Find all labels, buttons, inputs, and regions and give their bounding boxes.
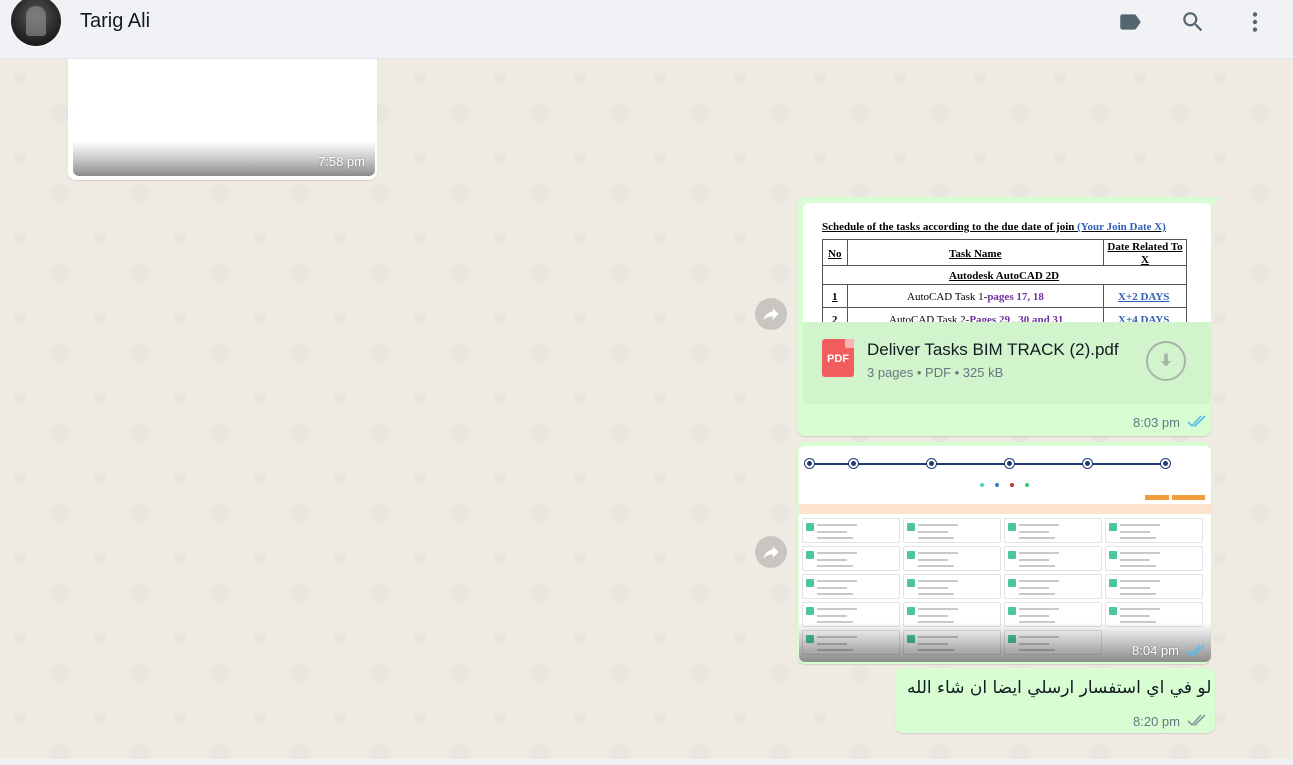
document-meta: 3 pages • PDF • 325 kB bbox=[867, 365, 1004, 380]
doc-row-no: 2 bbox=[832, 314, 838, 322]
doc-preview-title: Schedule of the tasks according to the d… bbox=[822, 221, 1166, 233]
doc-row-date: X+2 DAYS bbox=[1118, 291, 1170, 303]
doc-row-task: AutoCAD Task 1-pages 17, 18 bbox=[907, 291, 1044, 303]
document-file-name[interactable]: Deliver Tasks BIM TRACK (2).pdf bbox=[867, 340, 1119, 360]
doc-col-date: Date Related To X bbox=[1107, 241, 1183, 266]
message-time: 8:20 pm bbox=[1133, 714, 1180, 729]
download-button[interactable] bbox=[1146, 341, 1186, 381]
contact-avatar[interactable] bbox=[11, 0, 61, 46]
forward-icon[interactable] bbox=[755, 536, 787, 568]
download-icon bbox=[1160, 353, 1172, 367]
message-time: 7:58 pm bbox=[318, 154, 365, 169]
composer-edge bbox=[0, 759, 1293, 765]
chat-header: Tarig Ali bbox=[0, 0, 1293, 59]
contact-name[interactable]: Tarig Ali bbox=[80, 10, 150, 33]
double-check-icon bbox=[1186, 643, 1206, 657]
message-time: 8:03 pm bbox=[1133, 415, 1180, 430]
pdf-file-icon: PDF bbox=[822, 339, 854, 377]
label-icon[interactable] bbox=[1117, 9, 1143, 35]
doc-row-task: AutoCAD Task 2-Pages 29 , 30 and 31 bbox=[889, 314, 1064, 322]
doc-row-no: 1 bbox=[832, 291, 838, 303]
more-vert-icon[interactable] bbox=[1242, 9, 1268, 35]
screenshot-image[interactable] bbox=[799, 446, 1211, 662]
double-check-icon bbox=[1187, 713, 1207, 727]
search-icon[interactable] bbox=[1180, 9, 1206, 35]
message-time: 8:04 pm bbox=[1132, 643, 1179, 658]
document-preview[interactable]: Schedule of the tasks according to the d… bbox=[803, 203, 1211, 322]
doc-col-no: No bbox=[828, 248, 842, 260]
doc-section: Autodesk AutoCAD 2D bbox=[949, 270, 1060, 282]
message-text: لو في اي استفسار ارسلي ايضا ان شاء الله bbox=[907, 678, 1212, 698]
doc-row-date: X+4 DAYS bbox=[1118, 314, 1170, 322]
double-check-icon bbox=[1187, 414, 1207, 428]
doc-col-task: Task Name bbox=[949, 248, 1002, 260]
forward-icon[interactable] bbox=[755, 298, 787, 330]
